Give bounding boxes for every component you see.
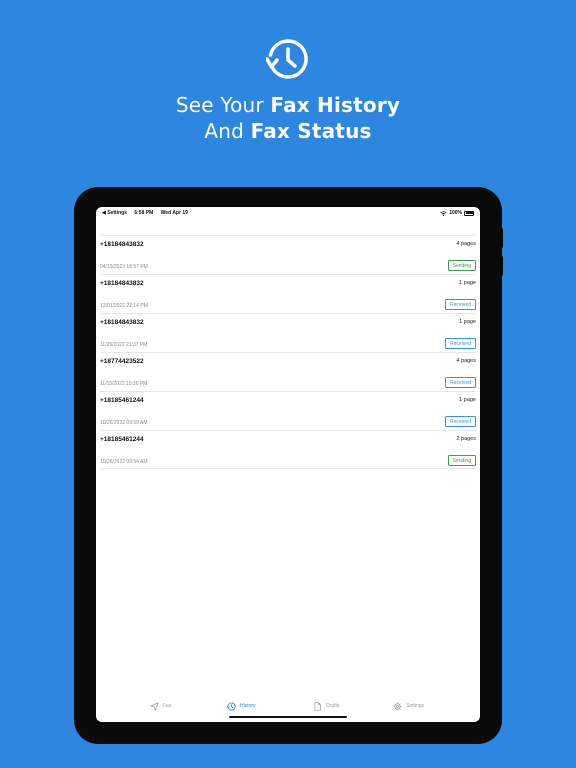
status-time: 6:58 PM — [134, 210, 154, 216]
tab-fax[interactable]: Fax — [150, 698, 171, 714]
fax-pages: 1 page — [459, 280, 476, 286]
fax-pages: 2 pages — [456, 436, 476, 442]
fax-pages: 4 pages — [456, 241, 476, 247]
status-badge: Received — [445, 338, 476, 349]
app-screen: ◀ Settings 6:58 PM Wed Apr 19 100% +1818… — [96, 207, 480, 722]
battery-percent: 100% — [449, 210, 462, 216]
tab-label: History — [240, 703, 256, 709]
status-date: Wed Apr 19 — [160, 210, 188, 216]
back-to-settings-link[interactable]: ◀ Settings — [102, 210, 127, 216]
status-badge: Sending — [447, 260, 476, 271]
status-badge: Received — [445, 299, 476, 310]
fax-date: 10/26/2022 09:54 AM — [100, 459, 148, 465]
clock-history-icon — [266, 39, 308, 79]
headline-line-2: And Fax Status — [204, 119, 372, 143]
headline-line-1: See Your Fax History — [175, 93, 401, 117]
send-icon — [150, 701, 159, 711]
fax-number: +18184843832 — [100, 319, 144, 326]
fax-row[interactable]: +18774423522 4 pages 11/15/2022 15:26 PM… — [100, 352, 476, 391]
status-badge: Sending — [447, 455, 476, 466]
fax-number: +18185461244 — [100, 397, 144, 404]
tab-label: Fax — [163, 703, 172, 709]
wifi-icon — [440, 210, 447, 216]
fax-number: +18184843832 — [100, 280, 144, 287]
tab-drafts[interactable]: Drafts — [313, 698, 339, 714]
fax-row[interactable]: +18185461244 2 pages 10/26/2022 09:54 AM… — [100, 430, 476, 469]
fax-history-list: +18184843832 4 pages 04/19/2023 18:57 PM… — [96, 235, 480, 469]
fax-date: 11/25/2022 21:37 PM — [100, 342, 148, 348]
fax-date: 12/01/2022 22:14 PM — [100, 303, 148, 309]
fax-number: +18185461244 — [100, 436, 144, 443]
fax-date: 11/15/2022 15:26 PM — [100, 381, 148, 387]
tab-label: Settings — [406, 703, 425, 709]
status-badge: Received — [445, 416, 476, 427]
fax-date: 10/26/2022 09:59 AM — [100, 420, 148, 426]
history-icon — [227, 701, 236, 711]
fax-pages: 4 pages — [456, 358, 476, 364]
fax-pages: 1 page — [459, 397, 476, 403]
battery-icon — [464, 210, 474, 216]
volume-button — [500, 228, 503, 248]
document-icon — [314, 701, 321, 711]
fax-number: +18774423522 — [100, 358, 144, 365]
status-bar: ◀ Settings 6:58 PM Wed Apr 19 100% — [96, 207, 480, 219]
volume-button — [500, 256, 503, 276]
fax-pages: 1 page — [459, 319, 476, 325]
fax-row[interactable]: +18185461244 1 page 10/26/2022 09:59 AM … — [100, 391, 476, 430]
fax-number: +18184843832 — [100, 241, 144, 248]
tab-bar: Fax History Drafts Settings — [96, 698, 480, 714]
tab-history[interactable]: History — [227, 698, 256, 714]
gear-icon — [393, 701, 402, 711]
fax-date: 04/19/2023 18:57 PM — [100, 264, 148, 270]
home-indicator — [229, 716, 347, 718]
tab-label: Drafts — [326, 703, 340, 709]
fax-row[interactable]: +18184843832 1 page 11/25/2022 21:37 PM … — [100, 313, 476, 352]
fax-row[interactable]: +18184843832 1 page 12/01/2022 22:14 PM … — [100, 274, 476, 313]
tab-settings[interactable]: Settings — [393, 698, 424, 714]
status-badge: Received — [445, 377, 476, 388]
fax-row[interactable]: +18184843832 4 pages 04/19/2023 18:57 PM… — [100, 235, 476, 274]
